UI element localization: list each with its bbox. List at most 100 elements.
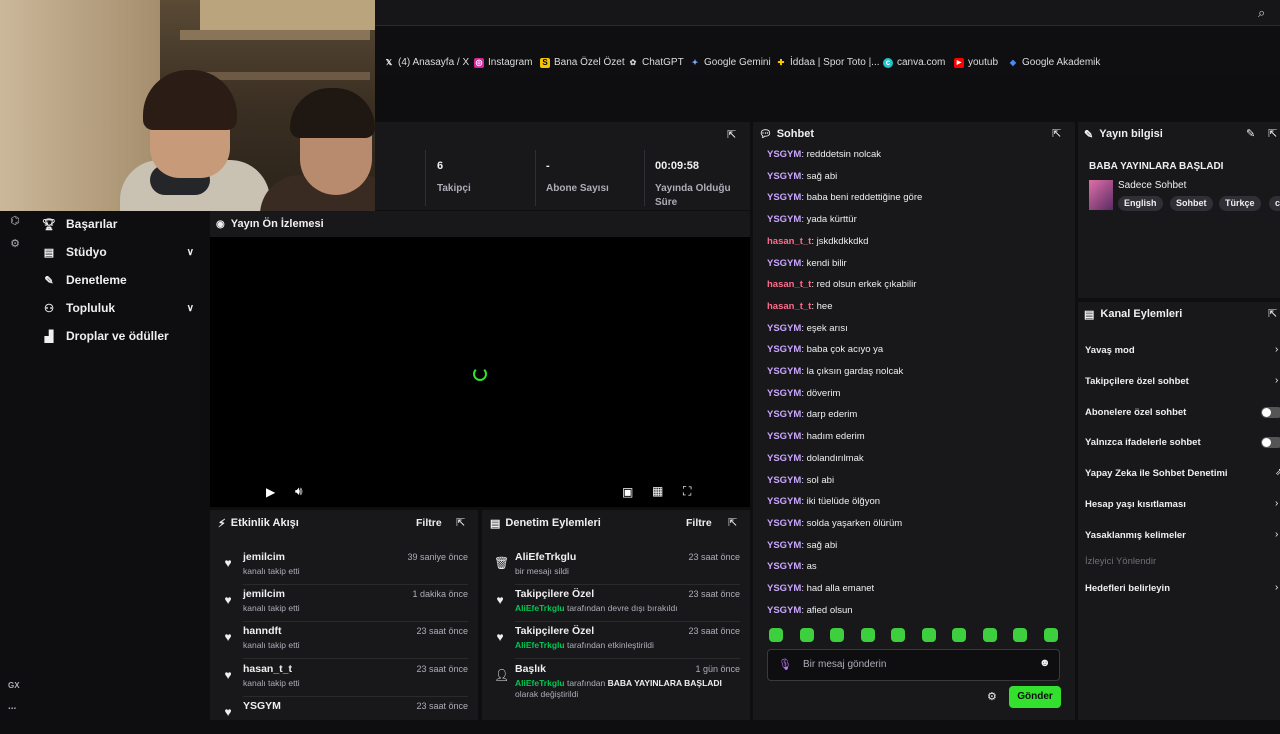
emote-icon[interactable] — [921, 628, 936, 642]
action-followers-only[interactable]: Takipçilere özel sohbet — [1085, 376, 1189, 387]
subscribers-only-toggle[interactable] — [1261, 407, 1280, 418]
tag-english[interactable]: English — [1118, 196, 1163, 211]
chat-username[interactable]: hasan_t_t — [767, 279, 811, 290]
chat-message[interactable]: YSGYM: dolandırılmak — [767, 453, 864, 464]
chat-message[interactable]: hasan_t_t: jskdkdkkdkd — [767, 236, 868, 247]
chat-username[interactable]: YSGYM — [767, 171, 801, 182]
bookmark-ozet[interactable]: S Bana Özel Özet — [540, 57, 625, 68]
emote-only-toggle[interactable] — [1261, 437, 1280, 448]
nav-item-basarilar[interactable]: 🏆︎ Başarılar — [42, 214, 202, 234]
popout-icon[interactable]: ⇱ — [456, 516, 465, 529]
emoji-icon[interactable]: ☻ — [1039, 657, 1051, 669]
modlog-filter-button[interactable]: Filtre — [686, 517, 712, 529]
puzzle-icon[interactable]: ⌬ — [8, 214, 22, 228]
action-slow-mode[interactable]: Yavaş mod — [1085, 345, 1135, 356]
nav-item-droplar[interactable]: ▟ Droplar ve ödüller — [42, 326, 202, 346]
chat-message[interactable]: YSGYM: sağ abi — [767, 171, 837, 182]
emote-icon[interactable] — [952, 628, 966, 642]
chat-message[interactable]: YSGYM: sol abi — [767, 475, 834, 486]
chevron-right-icon[interactable]: › — [1275, 375, 1278, 386]
bookmark-instagram[interactable]: ◎ Instagram — [474, 57, 532, 68]
bookmark-scholar[interactable]: ◆ Google Akademik — [1008, 57, 1100, 68]
chat-username[interactable]: YSGYM — [767, 605, 801, 616]
popout-icon[interactable]: ⇱ — [727, 128, 736, 141]
modlog-row[interactable]: ♥ Takipçilere Özel AliEfeTrkglu tarafından… — [482, 585, 750, 622]
activity-filter-button[interactable]: Filtre — [416, 517, 442, 529]
chat-message[interactable]: YSGYM: had alla emanet — [767, 583, 874, 594]
search-icon[interactable]: ⌕ — [1258, 5, 1265, 21]
emote-icon[interactable] — [1043, 628, 1058, 642]
chevron-right-icon[interactable]: › — [1275, 344, 1278, 355]
chat-username[interactable]: YSGYM — [767, 366, 801, 377]
popout-icon[interactable]: ⇱ — [1268, 307, 1277, 320]
category-box-art[interactable] — [1089, 180, 1113, 210]
chat-username[interactable]: hasan_t_t — [767, 301, 811, 312]
popout-icon[interactable]: ⇱ — [1052, 127, 1061, 140]
chat-username[interactable]: YSGYM — [767, 149, 801, 160]
bookmark-youtube[interactable]: ▶ youtub — [954, 57, 998, 68]
chat-message[interactable]: YSGYM: eşek arısı — [767, 323, 848, 334]
chat-message[interactable]: hasan_t_t: red olsun erkek çıkabilir — [767, 279, 916, 290]
emote-icon[interactable] — [860, 628, 875, 642]
emote-icon[interactable] — [769, 628, 783, 642]
bookmark-canva[interactable]: c canva.com — [883, 57, 945, 68]
nav-item-denetleme[interactable]: ✎ Denetleme — [42, 270, 202, 290]
chevron-right-icon[interactable]: › — [1275, 582, 1278, 593]
tag-more[interactable]: c — [1269, 196, 1280, 211]
modlog-row[interactable]: ♥ Takipçilere Özel AliEfeTrkglu tarafından… — [482, 622, 750, 659]
chevron-right-icon[interactable]: › — [1275, 529, 1278, 540]
bookmark-gemini[interactable]: ✦ Google Gemini — [690, 57, 771, 68]
chat-message[interactable]: YSGYM: sağ abi — [767, 540, 837, 551]
pip-icon[interactable]: ▣ — [622, 485, 633, 499]
action-banned-words[interactable]: Yasaklanmış kelimeler — [1085, 530, 1186, 541]
popout-icon[interactable]: ⇱ — [1268, 127, 1277, 140]
bookmark-iddaa[interactable]: ✚ İddaa | Spor Toto |... — [776, 57, 880, 68]
edit-icon[interactable]: ✎ — [1246, 127, 1255, 140]
tag-sohbet[interactable]: Sohbet — [1170, 196, 1213, 211]
chat-username[interactable]: YSGYM — [767, 388, 801, 399]
chat-username[interactable]: YSGYM — [767, 258, 801, 269]
nav-item-studyo[interactable]: ▤ Stüdyo ∨ — [42, 242, 202, 262]
action-set-goals[interactable]: Hedefleri belirleyin — [1085, 583, 1170, 594]
chat-message[interactable]: YSGYM: iki tüelüde ölğyon — [767, 496, 880, 507]
fullscreen-icon[interactable]: ⛶ — [683, 484, 691, 499]
chat-message[interactable]: hasan_t_t: hee — [767, 301, 833, 312]
emote-icon[interactable] — [830, 628, 844, 642]
action-account-age[interactable]: Hesap yaşı kısıtlaması — [1085, 499, 1186, 510]
activity-row[interactable]: ♥ YSGYM 23 saat önce — [210, 697, 478, 734]
chat-message[interactable]: YSGYM: döverim — [767, 388, 840, 399]
activity-row[interactable]: ♥ jemilcim kanalı takip etti 39 saniye önce — [210, 548, 478, 585]
activity-row[interactable]: ♥ hanndft kanalı takip etti 23 saat önce — [210, 622, 478, 659]
chat-username[interactable]: YSGYM — [767, 453, 801, 464]
action-ai-moderation[interactable]: Yapay Zeka ile Sohbet Denetimi — [1085, 468, 1228, 479]
bookmark-x[interactable]: 𝕏 (4) Anasayfa / X — [384, 57, 469, 68]
chat-message[interactable]: YSGYM: la çıksın gardaş nolcak — [767, 366, 903, 377]
popout-icon[interactable]: ⇱ — [728, 516, 737, 529]
bookmark-chatgpt[interactable]: ✿ ChatGPT — [628, 57, 684, 68]
emote-icon[interactable] — [982, 628, 997, 642]
nav-item-topluluk[interactable]: ⚇ Topluluk ∨ — [42, 298, 202, 318]
modlog-row[interactable]: 🗑︎ AliEfeTrkglu bir mesajı sildi 23 saat ön… — [482, 548, 750, 585]
activity-row[interactable]: ♥ hasan_t_t kanalı takip etti 23 saat önce — [210, 660, 478, 697]
chat-message[interactable]: YSGYM: as — [767, 561, 817, 572]
chat-username[interactable]: YSGYM — [767, 561, 801, 572]
chat-message[interactable]: YSGYM: hadım ederim — [767, 431, 865, 442]
chat-username[interactable]: YSGYM — [767, 496, 801, 507]
emote-icon[interactable] — [891, 628, 905, 642]
mic-icon[interactable]: 🎙︎ — [778, 658, 792, 671]
chat-username[interactable]: YSGYM — [767, 344, 801, 355]
emote-icon[interactable] — [1013, 628, 1027, 642]
chat-username[interactable]: YSGYM — [767, 192, 801, 203]
chevron-right-icon[interactable]: › — [1275, 498, 1278, 509]
chat-username[interactable]: YSGYM — [767, 518, 801, 529]
category-name[interactable]: Sadece Sohbet — [1118, 180, 1186, 191]
volume-icon[interactable]: 🔊︎ — [295, 484, 303, 499]
chat-message[interactable]: YSGYM: baba çok acıyo ya — [767, 344, 883, 355]
tag-turkce[interactable]: Türkçe — [1219, 196, 1261, 211]
chat-username[interactable]: YSGYM — [767, 583, 801, 594]
theatre-icon[interactable]: ▦ — [652, 484, 663, 498]
modlog-row[interactable]: 👤︎ Başlık AliEfeTrkglu tarafından BABA YAY… — [482, 660, 750, 706]
more-icon[interactable]: ... — [8, 701, 16, 712]
chat-message[interactable]: YSGYM: yada kürttür — [767, 214, 857, 225]
chat-message[interactable]: YSGYM: solda yaşarken ölürüm — [767, 518, 902, 529]
